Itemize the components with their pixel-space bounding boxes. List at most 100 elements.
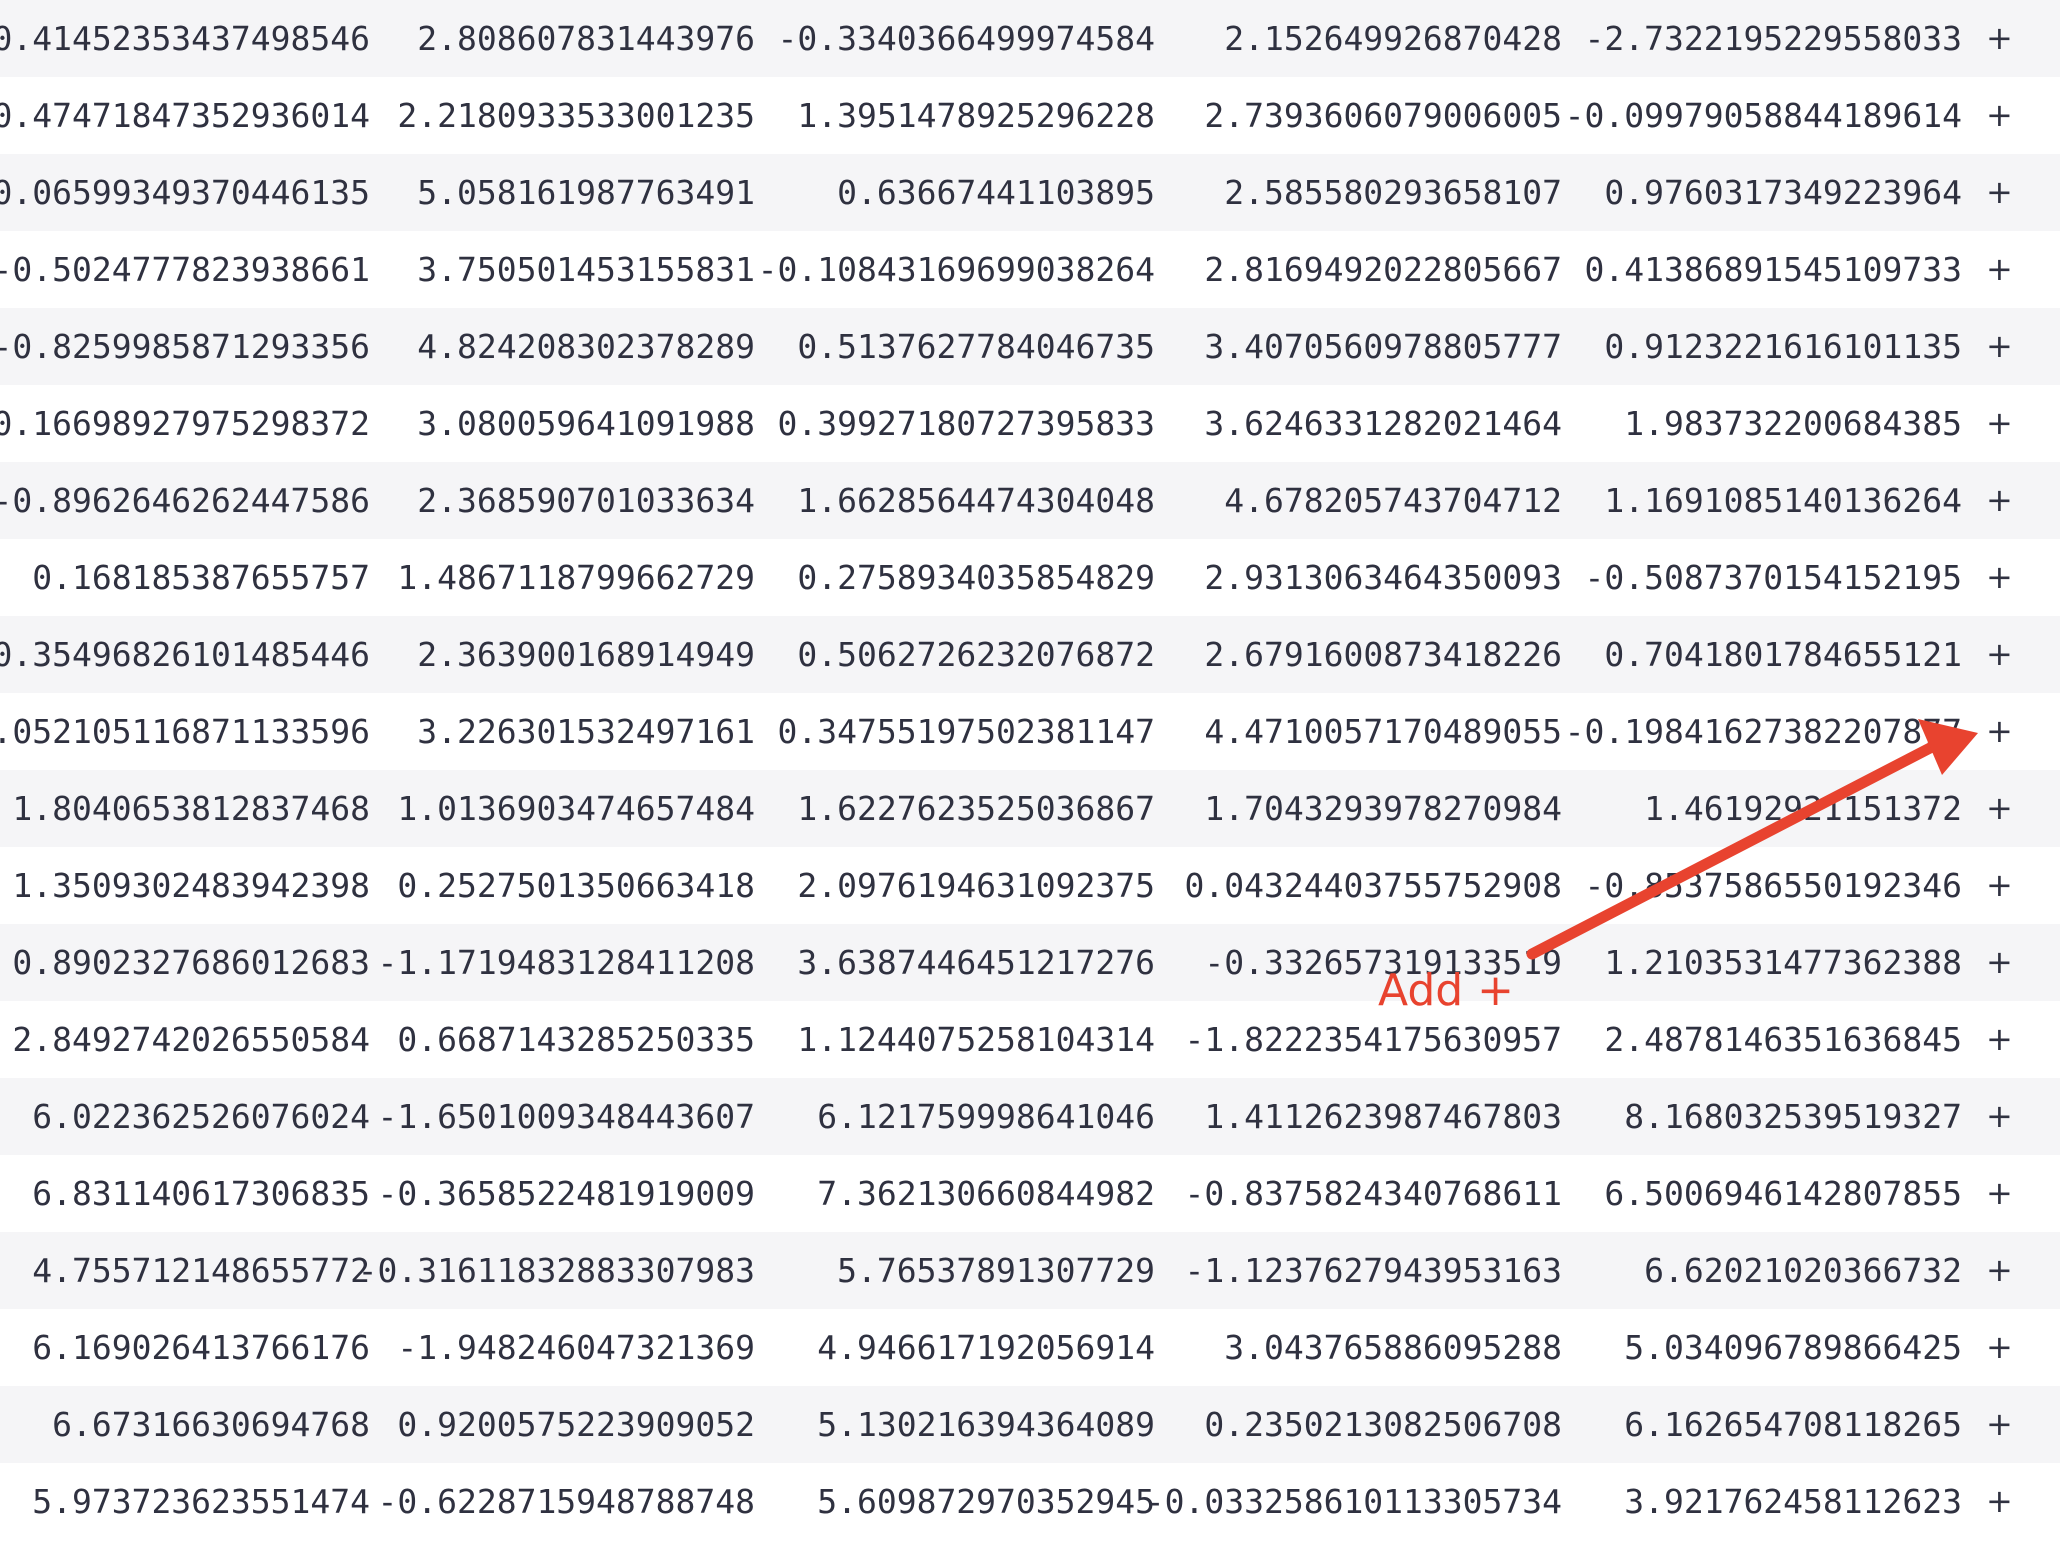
table-cell: 0.04324403755752908	[1184, 866, 1563, 905]
table-cell: -0.8375824340768611	[1184, 1174, 1563, 1213]
table-cell: 0.2350213082506708	[1204, 1405, 1562, 1444]
table-cell: -1.1719483128411208	[377, 943, 756, 982]
table-row: 6.022362526076024 -1.6501009348443607 6.12…	[0, 1078, 2060, 1155]
table-cell: 3.6246331282021464	[1204, 404, 1562, 443]
table-cell: 2.2180933533001235	[397, 96, 755, 135]
add-row-button[interactable]: +	[1986, 462, 2013, 539]
table-cell: -0.6228715948788748	[377, 1482, 756, 1521]
add-row-button[interactable]: +	[1986, 616, 2013, 693]
table-row: -0.8962646262447586 2.368590701033634 1.66…	[0, 462, 2060, 539]
table-cell: -0.19841627382207877	[1564, 712, 1962, 751]
table-cell: -1.1237627943953163	[1184, 1251, 1563, 1290]
table-cell: 3.043765886095288	[1224, 1328, 1562, 1367]
table-row: -0.052105116871133596 3.226301532497161 0.…	[0, 693, 2060, 770]
table-row: 0.168185387655757 1.4867118799662729 0.275…	[0, 539, 2060, 616]
table-row: 0.41452353437498546 2.808607831443976 -0.3…	[0, 0, 2060, 77]
add-row-button[interactable]: +	[1986, 77, 2013, 154]
table-cell: 2.4878146351636845	[1604, 1020, 1962, 1059]
table-cell: -0.10843169699038264	[757, 250, 1155, 289]
table-cell: 0.41386891545109733	[1584, 250, 1963, 289]
table-cell: 2.9313063464350093	[1204, 558, 1562, 597]
table-cell: 1.3951478925296228	[797, 96, 1155, 135]
table-cell: 5.034096789866425	[1624, 1328, 1962, 1367]
table-cell: 0.8902327686012683	[12, 943, 370, 982]
table-cell: 1.7043293978270984	[1204, 789, 1562, 828]
table-cell: 1.6227623525036867	[797, 789, 1155, 828]
table-cell: 3.921762458112623	[1624, 1482, 1962, 1521]
add-row-button[interactable]: +	[1986, 693, 2013, 770]
table-cell: 7.362130660844982	[817, 1174, 1155, 1213]
add-row-button[interactable]: +	[1986, 1309, 2013, 1386]
table-row: 6.67316630694768 0.9200575223909052 5.1302…	[0, 1386, 2060, 1463]
add-row-button[interactable]: +	[1986, 1078, 2013, 1155]
add-row-button[interactable]: +	[1986, 385, 2013, 462]
table-row: 0.06599349370446135 5.058161987763491 0.63…	[0, 154, 2060, 231]
table-cell: 4.946617192056914	[817, 1328, 1155, 1367]
table-cell: -0.09979058844189614	[1564, 96, 1962, 135]
table-row: 5.973723623551474 -0.6228715948788748 5.60…	[0, 1463, 2060, 1540]
table-row: 6.169026413766176 -1.948246047321369 4.946…	[0, 1309, 2060, 1386]
add-row-button[interactable]: +	[1986, 770, 2013, 847]
table-cell: -0.5087370154152195	[1584, 558, 1963, 597]
table-row: 2.8492742026550584 0.6687143285250335 1.12…	[0, 1001, 2060, 1078]
table-cell: -0.5024777823938661	[0, 250, 370, 289]
table-row: -0.5024777823938661 3.750501453155831 -0.1…	[0, 231, 2060, 308]
table-cell: 1.1691085140136264	[1604, 481, 1962, 520]
table-cell: 3.4070560978805777	[1204, 327, 1562, 366]
table-cell: -0.31611832883307983	[357, 1251, 755, 1290]
table-cell: 6.5006946142807855	[1604, 1174, 1962, 1213]
add-row-button[interactable]: +	[1986, 539, 2013, 616]
add-row-button[interactable]: +	[1986, 1001, 2013, 1078]
table-cell: 0.9760317349223964	[1604, 173, 1962, 212]
table-cell: 0.34755197502381147	[777, 712, 1156, 751]
table-cell: 1.1244075258104314	[797, 1020, 1155, 1059]
annotation-label: Add +	[1378, 965, 1515, 1016]
table-cell: 5.058161987763491	[417, 173, 755, 212]
table-cell: 1.46192921151372	[1644, 789, 1962, 828]
add-row-button[interactable]: +	[1986, 308, 2013, 385]
add-row-button[interactable]: +	[1986, 231, 2013, 308]
table-cell: 2.6791600873418226	[1204, 635, 1562, 674]
table-cell: 0.7041801784655121	[1604, 635, 1962, 674]
table-cell: 6.169026413766176	[32, 1328, 370, 1367]
data-table: 0.41452353437498546 2.808607831443976 -0.3…	[0, 0, 2060, 1540]
table-cell: 6.67316630694768	[52, 1405, 370, 1444]
table-cell: 5.76537891307729	[837, 1251, 1155, 1290]
table-cell: -0.8259985871293356	[0, 327, 370, 366]
table-cell: -0.8537586550192346	[1584, 866, 1963, 905]
add-row-button[interactable]: +	[1986, 1386, 2013, 1463]
table-cell: 0.35496826101485446	[0, 635, 370, 674]
table-cell: 0.5062726232076872	[797, 635, 1155, 674]
table-row: 4.755712148655772 -0.31611832883307983 5.7…	[0, 1232, 2060, 1309]
table-cell: -0.8962646262447586	[0, 481, 370, 520]
table-cell: 3.6387446451217276	[797, 943, 1155, 982]
table-cell: 6.62021020366732	[1644, 1251, 1962, 1290]
add-row-button[interactable]: +	[1986, 1155, 2013, 1232]
table-row: 1.3509302483942398 0.2527501350663418 2.09…	[0, 847, 2060, 924]
table-cell: 0.2527501350663418	[397, 866, 755, 905]
add-row-button[interactable]: +	[1986, 1463, 2013, 1540]
table-cell: -0.033258610113305734	[1144, 1482, 1562, 1521]
table-cell: -0.052105116871133596	[0, 712, 370, 751]
table-cell: 4.824208302378289	[417, 327, 755, 366]
table-cell: 2.8492742026550584	[12, 1020, 370, 1059]
table-cell: 3.750501453155831	[417, 250, 755, 289]
add-row-button[interactable]: +	[1986, 924, 2013, 1001]
table-cell: 2.368590701033634	[417, 481, 755, 520]
table-cell: -0.3658522481919009	[377, 1174, 756, 1213]
table-cell: 2.585580293658107	[1224, 173, 1562, 212]
table-cell: 0.39927180727395833	[777, 404, 1156, 443]
table-cell: 0.63667441103895	[837, 173, 1155, 212]
table-row: -0.47471847352936014 2.2180933533001235 1.…	[0, 77, 2060, 154]
table-cell: -0.3340366499974584	[777, 19, 1156, 58]
add-row-button[interactable]: +	[1986, 847, 2013, 924]
add-row-button[interactable]: +	[1986, 1232, 2013, 1309]
table-cell: 0.41452353437498546	[0, 19, 370, 58]
table-cell: 2.808607831443976	[417, 19, 755, 58]
add-row-button[interactable]: +	[1986, 0, 2013, 77]
table-cell: 6.121759998641046	[817, 1097, 1155, 1136]
table-cell: -0.47471847352936014	[0, 96, 370, 135]
table-cell: 2.152649926870428	[1224, 19, 1562, 58]
table-row: 0.16698927975298372 3.080059641091988 0.39…	[0, 385, 2060, 462]
add-row-button[interactable]: +	[1986, 154, 2013, 231]
